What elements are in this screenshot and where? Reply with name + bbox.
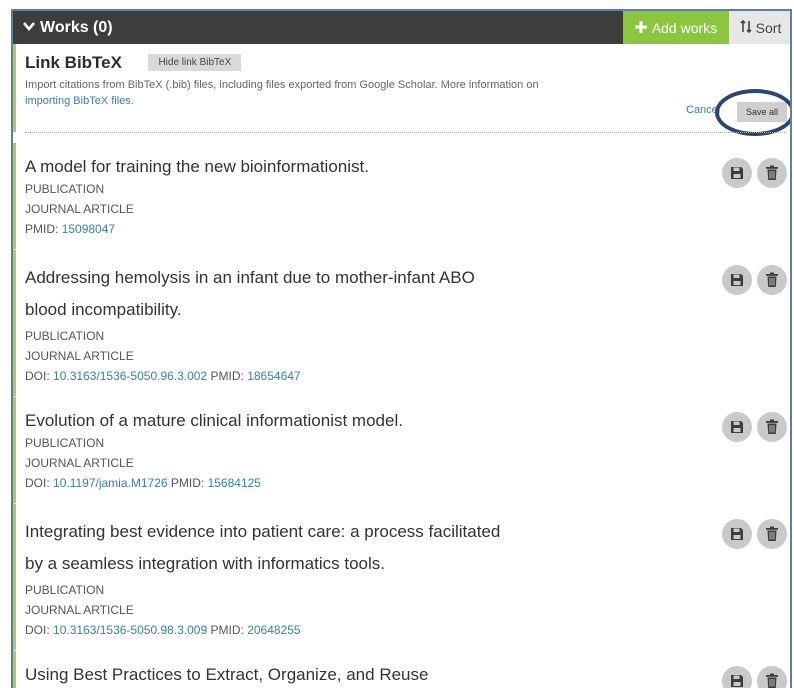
chevron-down-icon	[23, 21, 35, 34]
work-item: A model for training the new bioinformat…	[13, 143, 790, 250]
work-title-line1: Evolution of a mature clinical informati…	[25, 411, 403, 430]
work-actions	[722, 158, 787, 188]
works-list: A model for training the new bioinformat…	[13, 143, 790, 688]
works-title: Works (0)	[40, 18, 113, 36]
save-icon[interactable]	[722, 412, 752, 442]
importing-bibtex-link[interactable]: importing BibTeX files.	[25, 95, 134, 107]
work-type: JOURNAL ARTICLE	[25, 202, 134, 216]
work-type: JOURNAL ARTICLE	[25, 456, 134, 470]
doi-link[interactable]: 10.1197/jamia.M1726	[53, 476, 168, 490]
trash-icon[interactable]	[757, 265, 787, 295]
work-title-line1: A model for training the new bioinformat…	[25, 157, 369, 176]
doi-label: DOI:	[25, 369, 50, 383]
work-title-line1: Using Best Practices to Extract, Organiz…	[25, 665, 429, 684]
work-title[interactable]: A model for training the new bioinformat…	[25, 155, 625, 179]
work-actions	[722, 519, 787, 549]
works-toggle[interactable]: Works (0)	[13, 19, 113, 37]
work-title-line1: Integrating best evidence into patient c…	[25, 522, 501, 541]
trash-icon[interactable]	[757, 158, 787, 188]
add-works-button[interactable]: Add works	[623, 11, 729, 44]
doi-link[interactable]: 10.3163/1536-5050.98.3.009	[53, 623, 207, 637]
add-works-label: Add works	[651, 19, 718, 36]
pmid-link[interactable]: 15098047	[62, 222, 115, 236]
works-panel: Works (0) Add works Sort Link BibTeX Hid…	[11, 9, 792, 688]
trash-icon[interactable]	[757, 412, 787, 442]
work-actions	[722, 412, 787, 442]
work-title[interactable]: Using Best Practices to Extract, Organiz…	[25, 663, 625, 687]
save-icon[interactable]	[722, 265, 752, 295]
work-category: PUBLICATION	[25, 436, 105, 450]
sort-icon	[740, 19, 752, 36]
works-header: Works (0) Add works Sort	[13, 11, 790, 44]
divider	[25, 132, 785, 133]
work-actions	[722, 666, 787, 688]
work-category: PUBLICATION	[25, 329, 105, 343]
work-title[interactable]: Integrating best evidence into patient c…	[25, 516, 625, 580]
pmid-label: PMID:	[210, 369, 244, 383]
work-title-line2: by a seamless integration with informati…	[25, 554, 385, 573]
work-type: JOURNAL ARTICLE	[25, 603, 134, 617]
work-title[interactable]: Evolution of a mature clinical informati…	[25, 409, 625, 433]
sort-label: Sort	[755, 19, 782, 36]
pmid-link[interactable]: 20648255	[247, 623, 300, 637]
work-actions	[722, 265, 787, 295]
work-item: Evolution of a mature clinical informati…	[13, 397, 790, 504]
save-icon[interactable]	[722, 158, 752, 188]
work-title-line2: blood incompatibility.	[25, 300, 182, 319]
trash-icon[interactable]	[757, 666, 787, 688]
doi-label: DOI:	[25, 476, 50, 490]
work-category: PUBLICATION	[25, 583, 105, 597]
pmid-label: PMID:	[210, 623, 244, 637]
bibtex-title: Link BibTeX	[25, 53, 122, 72]
work-identifiers: PMID: 15098047	[25, 219, 790, 239]
link-bibtex-section: Link BibTeX Hide link BibTeX Import cita…	[13, 44, 790, 136]
hide-bibtex-button[interactable]: Hide link BibTeX	[148, 54, 242, 71]
plus-icon	[634, 20, 647, 36]
sort-button[interactable]: Sort	[729, 11, 790, 44]
pmid-label: PMID:	[170, 476, 205, 490]
bibtex-description: Import citations from BibTeX (.bib) file…	[25, 77, 565, 109]
pmid-link[interactable]: 15684125	[208, 476, 261, 490]
save-icon[interactable]	[722, 666, 752, 688]
trash-icon[interactable]	[757, 519, 787, 549]
highlight-ellipse	[715, 89, 790, 136]
work-item: Using Best Practices to Extract, Organiz…	[13, 651, 790, 688]
doi-link[interactable]: 10.3163/1536-5050.96.3.002	[53, 369, 207, 383]
work-category: PUBLICATION	[25, 182, 105, 196]
work-identifiers: DOI: 10.1197/jamia.M1726 PMID: 15684125	[25, 473, 790, 493]
pmid-label: PMID:	[25, 222, 59, 236]
work-type: JOURNAL ARTICLE	[25, 349, 134, 363]
pmid-link[interactable]: 18654647	[247, 369, 300, 383]
save-icon[interactable]	[722, 519, 752, 549]
work-title-line1: Addressing hemolysis in an infant due to…	[25, 268, 475, 287]
work-identifiers: DOI: 10.3163/1536-5050.98.3.009 PMID: 20…	[25, 620, 790, 640]
work-item: Addressing hemolysis in an infant due to…	[13, 250, 790, 397]
doi-label: DOI:	[25, 623, 50, 637]
work-title[interactable]: Addressing hemolysis in an infant due to…	[25, 262, 625, 326]
bibtex-desc-text: Import citations from BibTeX (.bib) file…	[25, 79, 539, 91]
work-identifiers: DOI: 10.3163/1536-5050.96.3.002 PMID: 18…	[25, 366, 790, 386]
work-item: Integrating best evidence into patient c…	[13, 504, 790, 651]
